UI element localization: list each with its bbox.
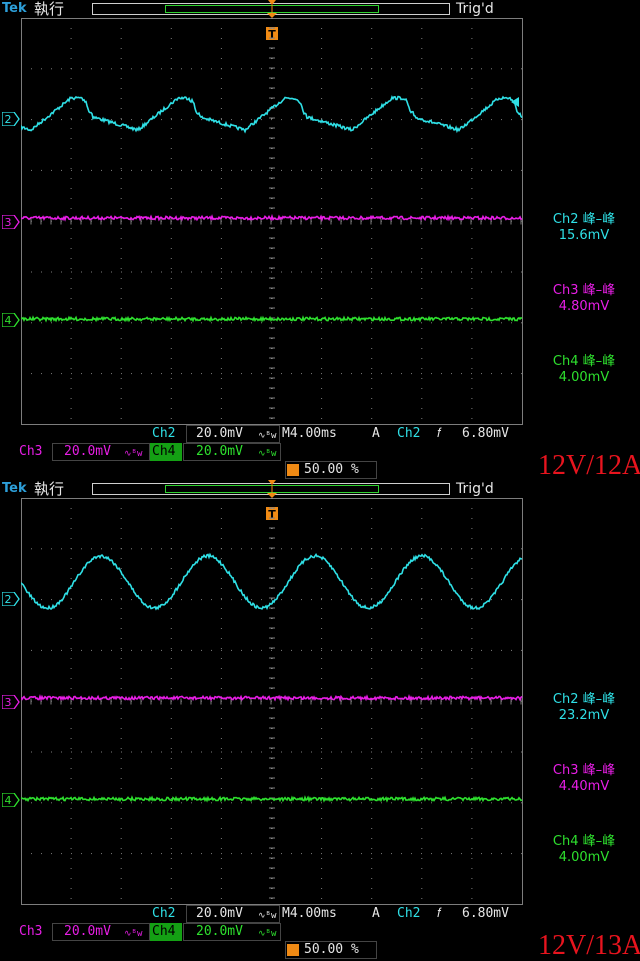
measurement-value: 4.00mV bbox=[558, 850, 610, 865]
ch2-scale: 20.0mV bbox=[196, 906, 243, 921]
waveform-graticule bbox=[21, 18, 523, 425]
trigger-status: Trig'd bbox=[456, 1, 494, 17]
measurement-label: Ch2 峰–峰 bbox=[552, 692, 616, 707]
svg-text:3: 3 bbox=[5, 696, 12, 709]
measurement-ch2-peak-to-peak: Ch2 峰–峰 23.2mV bbox=[528, 692, 640, 724]
trigger-position-icon bbox=[287, 944, 299, 956]
measurement-label: Ch2 峰–峰 bbox=[552, 212, 616, 227]
measurement-ch4-peak-to-peak: Ch4 峰–峰 4.00mV bbox=[528, 354, 640, 386]
bandwidth-limit-icon: ∿ᴮw bbox=[124, 929, 143, 939]
trigger-position[interactable]: 50.00 % bbox=[304, 941, 359, 959]
ch4-label: Ch4 bbox=[152, 924, 176, 939]
measurement-label: Ch4 峰–峰 bbox=[552, 354, 616, 369]
ch3-waveform bbox=[21, 213, 523, 222]
tek-logo: Tek bbox=[2, 1, 27, 16]
ch2-scale: 20.0mV bbox=[196, 426, 243, 441]
ch3-label: Ch3 bbox=[19, 444, 43, 459]
channel-4-ground-marker[interactable]: 4 bbox=[2, 793, 20, 807]
ch3-label: Ch3 bbox=[19, 924, 43, 939]
ch4-label: Ch4 bbox=[152, 444, 176, 459]
timebase[interactable]: M4.00ms bbox=[282, 425, 337, 443]
rising-edge-icon: 𝑓 bbox=[437, 426, 442, 441]
measurement-ch3-peak-to-peak: Ch3 峰–峰 4.80mV bbox=[528, 283, 640, 315]
trigger-level[interactable]: 6.80mV bbox=[462, 905, 509, 923]
channel-2-ground-marker[interactable]: 2 bbox=[2, 112, 20, 126]
measurement-ch2-peak-to-peak: Ch2 峰–峰 15.6mV bbox=[528, 212, 640, 244]
measurement-value: 23.2mV bbox=[558, 708, 610, 723]
measurement-value: 4.80mV bbox=[558, 299, 610, 314]
run-state-indicator: 執行 bbox=[34, 0, 65, 18]
scope-capture-12a: Tek 執行 Trig'd T 2 3 4 Ch2 峰–峰 15.6mV Ch3 峰–峰 4… bbox=[0, 0, 640, 481]
scope-header: Tek 執行 Trig'd bbox=[0, 0, 522, 18]
trigger-position-icon bbox=[287, 464, 299, 476]
measurement-label: Ch3 峰–峰 bbox=[552, 763, 616, 778]
trigger-position[interactable]: 50.00 % bbox=[304, 461, 359, 479]
trigger-level-arrow-icon[interactable] bbox=[511, 97, 519, 107]
svg-text:3: 3 bbox=[5, 216, 12, 229]
ch2-label: Ch2 bbox=[152, 906, 176, 921]
scope-header: Tek 執行 Trig'd bbox=[0, 480, 522, 498]
measurement-label: Ch3 峰–峰 bbox=[552, 283, 616, 298]
measurement-ch4-peak-to-peak: Ch4 峰–峰 4.00mV bbox=[528, 834, 640, 866]
timebase[interactable]: M4.00ms bbox=[282, 905, 337, 923]
svg-text:2: 2 bbox=[5, 593, 12, 606]
ch2-waveform bbox=[21, 552, 523, 611]
condition-label: 12V/12A bbox=[538, 450, 640, 481]
svg-text:4: 4 bbox=[5, 794, 12, 807]
run-state-indicator: 執行 bbox=[34, 480, 65, 498]
bandwidth-limit-icon: ∿ᴮw bbox=[258, 929, 277, 939]
trigger-source[interactable]: Ch2 bbox=[397, 425, 420, 443]
channel-3-ground-marker[interactable]: 3 bbox=[2, 695, 20, 709]
bandwidth-limit-icon: ∿ᴮw bbox=[124, 449, 143, 459]
acquisition-mode: A bbox=[372, 906, 380, 921]
rising-edge-icon: 𝑓 bbox=[437, 906, 442, 921]
ch4-scale: 20.0mV bbox=[196, 444, 243, 459]
bandwidth-limit-icon: ∿ᴮw bbox=[258, 449, 277, 459]
ch2-label: Ch2 bbox=[152, 426, 176, 441]
ch4-waveform bbox=[21, 795, 523, 803]
ch2-waveform bbox=[21, 95, 523, 134]
acquisition-mode: A bbox=[372, 426, 380, 441]
ch4-scale: 20.0mV bbox=[196, 924, 243, 939]
trigger-level[interactable]: 6.80mV bbox=[462, 425, 509, 443]
channel-4-ground-marker[interactable]: 4 bbox=[2, 313, 20, 327]
tek-logo: Tek bbox=[2, 481, 27, 496]
ch3-scale: 20.0mV bbox=[64, 444, 111, 459]
ch3-waveform bbox=[21, 693, 523, 702]
trigger-source[interactable]: Ch2 bbox=[397, 905, 420, 923]
channel-3-ground-marker[interactable]: 3 bbox=[2, 215, 20, 229]
channel-2-ground-marker[interactable]: 2 bbox=[2, 592, 20, 606]
scope-capture-13a: Tek 執行 Trig'd T 2 3 4 Ch2 峰–峰 23.2mV Ch3 峰–峰 4… bbox=[0, 480, 640, 961]
measurement-label: Ch4 峰–峰 bbox=[552, 834, 616, 849]
svg-text:2: 2 bbox=[5, 113, 12, 126]
measurement-value: 4.00mV bbox=[558, 370, 610, 385]
measurement-value: 15.6mV bbox=[558, 228, 610, 243]
waveform-graticule bbox=[21, 498, 523, 905]
svg-text:4: 4 bbox=[5, 314, 12, 327]
condition-label: 12V/13A bbox=[538, 930, 640, 961]
trigger-status: Trig'd bbox=[456, 481, 494, 497]
measurement-ch3-peak-to-peak: Ch3 峰–峰 4.40mV bbox=[528, 763, 640, 795]
ch3-scale: 20.0mV bbox=[64, 924, 111, 939]
measurement-value: 4.40mV bbox=[558, 779, 610, 794]
